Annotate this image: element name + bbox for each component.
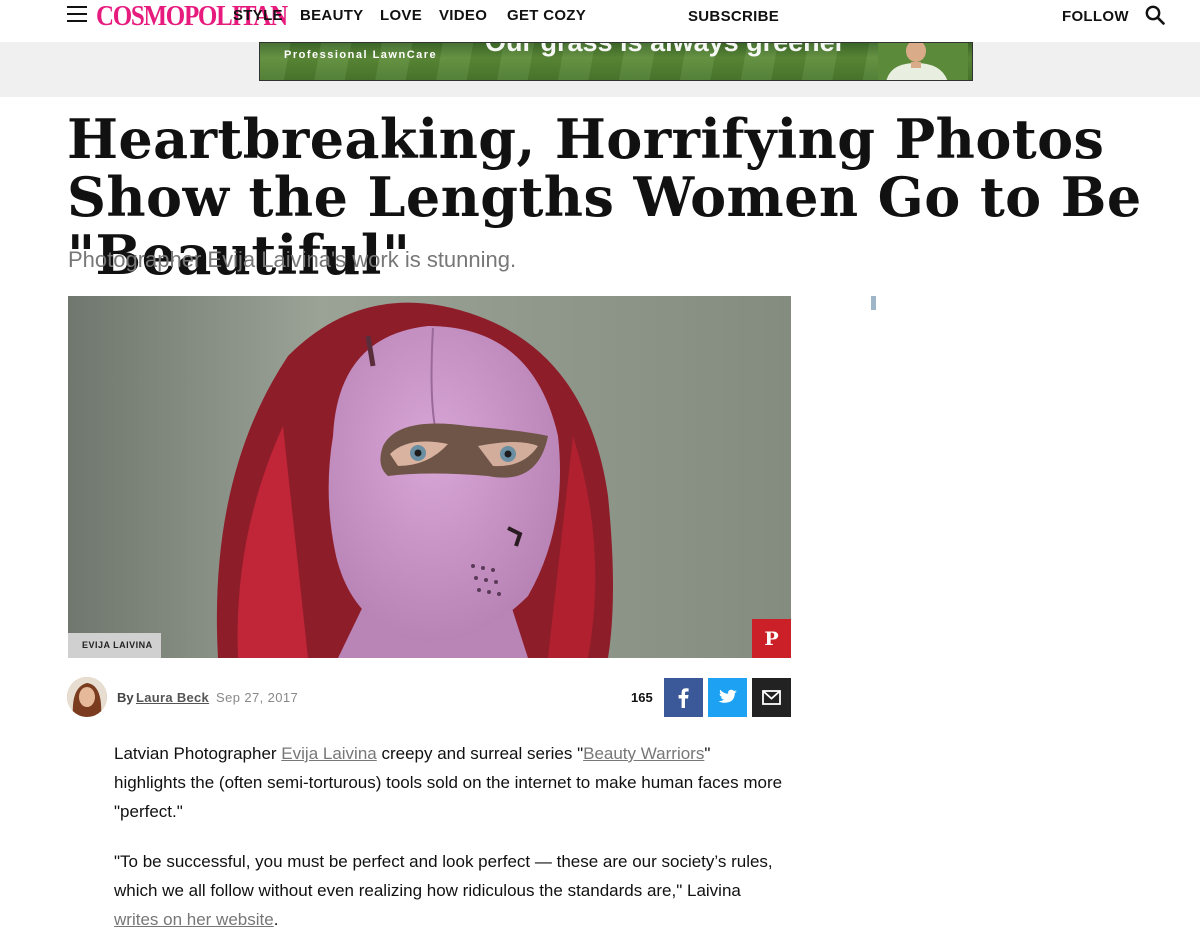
ad-brand: Professional LawnCare xyxy=(284,49,438,61)
menu-icon[interactable] xyxy=(67,6,87,24)
search-icon[interactable] xyxy=(1145,5,1165,25)
author-link[interactable]: Laura Beck xyxy=(136,690,209,705)
paragraph-text: "To be successful, you must be perfect a… xyxy=(114,852,773,900)
hero-image xyxy=(68,296,791,658)
photographer-link[interactable]: Evija Laivina xyxy=(281,744,376,763)
nav-item-love[interactable]: LOVE xyxy=(380,7,422,24)
pinterest-save-button[interactable]: P xyxy=(752,619,791,658)
article-dek: Photographer Evija Laivina's work is stu… xyxy=(68,247,517,272)
twitter-share-button[interactable] xyxy=(708,678,747,717)
paragraph-text: Latvian Photographer xyxy=(114,744,282,763)
pinterest-icon: P xyxy=(764,628,778,650)
website-link[interactable]: writes on her website xyxy=(114,910,274,929)
photo-credit: EVIJA LAIVINA xyxy=(68,633,161,658)
subscribe-link[interactable]: SUBSCRIBE xyxy=(688,8,779,25)
right-rail-ad-slot xyxy=(871,296,1160,896)
byline-prefix: By xyxy=(117,690,134,705)
facebook-share-button[interactable] xyxy=(664,678,703,717)
email-icon xyxy=(762,690,781,705)
ad-person-image xyxy=(878,43,968,80)
ad-choices-icon[interactable] xyxy=(871,296,876,310)
facebook-icon xyxy=(678,688,689,708)
email-share-button[interactable] xyxy=(752,678,791,717)
series-link[interactable]: Beauty Warriors xyxy=(583,744,704,763)
nav-item-video[interactable]: VIDEO xyxy=(439,7,487,24)
twitter-icon xyxy=(718,689,737,703)
body-paragraph-2: "To be successful, you must be perfect a… xyxy=(114,847,784,934)
author-avatar[interactable] xyxy=(67,677,107,717)
publish-date: Sep 27, 2017 xyxy=(216,690,299,705)
nav-item-get-cozy[interactable]: GET COZY xyxy=(507,7,586,24)
paragraph-text: . xyxy=(273,910,279,929)
share-count: 165 xyxy=(631,690,653,705)
top-navigation: COSMOPOLITAN STYLE BEAUTY LOVE VIDEO GET… xyxy=(0,0,1200,42)
svg-text:P: P xyxy=(764,628,778,650)
paragraph-text: creepy and surreal series " xyxy=(376,744,584,763)
follow-link[interactable]: FOLLOW xyxy=(1062,8,1129,25)
nav-item-beauty[interactable]: BEAUTY xyxy=(300,7,363,24)
body-paragraph-1: Latvian Photographer Evija Laivina creep… xyxy=(114,739,784,826)
ad-banner[interactable]: Our grass is always greener Professional… xyxy=(259,42,973,81)
nav-item-style[interactable]: STYLE xyxy=(233,7,283,24)
ad-slogan: Our grass is always greener xyxy=(485,42,846,57)
